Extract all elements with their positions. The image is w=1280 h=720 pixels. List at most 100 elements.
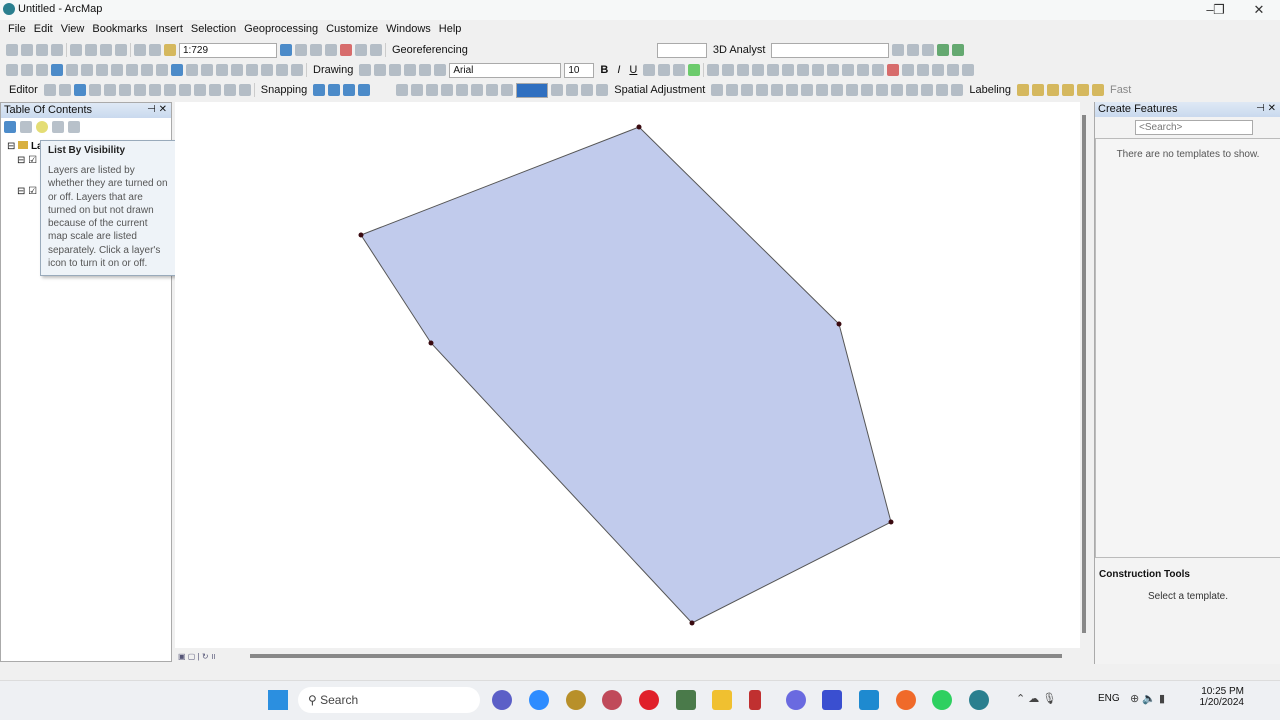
3d-tool-icon[interactable]	[907, 44, 920, 56]
maximize-button[interactable]: ❐	[1209, 2, 1229, 18]
menu-geoprocessing[interactable]: Geoprocessing	[240, 20, 322, 39]
pin-close-icons[interactable]: ⊣ ✕	[1256, 103, 1276, 114]
scale-combo[interactable]: 1:729	[179, 42, 277, 58]
select-elements-icon[interactable]	[156, 64, 168, 76]
3d-tool-icon[interactable]	[892, 44, 905, 56]
trace-icon[interactable]	[103, 84, 116, 96]
arcglobe-icon[interactable]	[952, 44, 965, 56]
adjust-tool-icon[interactable]	[816, 84, 829, 96]
cut-polygons-icon[interactable]	[163, 84, 176, 96]
adjust-tool-icon[interactable]	[861, 84, 874, 96]
adjust-tool-icon[interactable]	[936, 84, 949, 96]
font-combo[interactable]: Arial	[449, 62, 562, 78]
options-icon[interactable]	[68, 121, 80, 133]
adjust-tool-icon[interactable]	[891, 84, 904, 96]
horizontal-scrollbar[interactable]	[250, 654, 1062, 658]
opera-icon[interactable]	[639, 690, 659, 710]
color-swatch[interactable]	[516, 82, 549, 98]
align-icon[interactable]	[441, 84, 454, 96]
map-view[interactable]	[175, 102, 1080, 648]
layout-icon[interactable]	[722, 64, 735, 76]
python-icon[interactable]	[355, 44, 367, 56]
label-icon[interactable]	[1031, 84, 1044, 96]
close-button[interactable]: ✕	[1249, 2, 1269, 18]
undo-icon[interactable]	[134, 44, 146, 56]
add-data-icon[interactable]	[164, 44, 176, 56]
language-indicator[interactable]: ENG	[1098, 693, 1120, 704]
align-icon[interactable]	[456, 84, 469, 96]
list-by-visibility-icon[interactable]	[36, 121, 48, 133]
firefox-icon[interactable]	[896, 690, 916, 710]
template-search-input[interactable]: <Search>	[1135, 120, 1253, 135]
layout-icon[interactable]	[752, 64, 765, 76]
spatial-adjustment-menu[interactable]: Spatial Adjustment	[611, 84, 708, 96]
measure-icon[interactable]	[216, 64, 228, 76]
adjust-tool-icon[interactable]	[846, 84, 859, 96]
layout-icon[interactable]	[797, 64, 810, 76]
full-extent-icon[interactable]	[51, 64, 63, 76]
adjust-tool-icon[interactable]	[831, 84, 844, 96]
forward-icon[interactable]	[111, 64, 123, 76]
font-color-icon[interactable]	[643, 64, 656, 76]
3d-analyst-menu[interactable]: 3D Analyst	[710, 44, 769, 56]
editor-toolbar-icon[interactable]	[280, 44, 292, 56]
pin-close-icons[interactable]: ⊣ ✕	[147, 104, 167, 115]
arcscene-icon[interactable]	[937, 44, 950, 56]
catalog-icon[interactable]	[310, 44, 322, 56]
layout-icon[interactable]	[707, 64, 720, 76]
file-explorer-icon[interactable]	[712, 690, 732, 710]
identify-icon[interactable]	[171, 64, 183, 76]
3d-layer-combo[interactable]	[771, 42, 890, 58]
save-icon[interactable]	[36, 44, 48, 56]
list-by-drawing-order-icon[interactable]	[4, 121, 16, 133]
layout-icon[interactable]	[782, 64, 795, 76]
topology-icon[interactable]	[962, 64, 975, 76]
topology-icon[interactable]	[917, 64, 930, 76]
point-icon[interactable]	[118, 84, 131, 96]
html-popup-icon[interactable]	[201, 64, 213, 76]
adjust-tool-icon[interactable]	[771, 84, 784, 96]
vertex-snapping-icon[interactable]	[343, 84, 356, 96]
layout-icon[interactable]	[767, 64, 780, 76]
arctoolbox-icon[interactable]	[340, 44, 352, 56]
adjust-tool-icon[interactable]	[876, 84, 889, 96]
mail-icon[interactable]	[859, 690, 879, 710]
vertical-scrollbar[interactable]	[1082, 115, 1086, 633]
topology-icon[interactable]	[842, 64, 855, 76]
line-color-icon[interactable]	[673, 64, 686, 76]
fill-color-icon[interactable]	[658, 64, 671, 76]
align-icon[interactable]	[396, 84, 409, 96]
bold-button[interactable]: B	[597, 64, 611, 76]
label-icon[interactable]	[1091, 84, 1104, 96]
drawing-menu[interactable]: Drawing	[310, 64, 356, 76]
labeling-menu[interactable]: Labeling	[966, 84, 1014, 96]
sketch-properties-icon[interactable]	[223, 84, 236, 96]
topology-icon[interactable]	[947, 64, 960, 76]
menu-selection[interactable]: Selection	[187, 20, 240, 39]
layout-icon[interactable]	[737, 64, 750, 76]
taskbar-search[interactable]: ⚲ Search	[298, 687, 480, 713]
menu-view[interactable]: View	[57, 20, 89, 39]
zoom-out-icon[interactable]	[21, 64, 33, 76]
redo-icon[interactable]	[149, 44, 161, 56]
marker-color-icon[interactable]	[688, 64, 701, 76]
topology-icon[interactable]	[827, 64, 840, 76]
menu-edit[interactable]: Edit	[30, 20, 57, 39]
app-icon[interactable]	[602, 690, 622, 710]
layout-icon[interactable]	[566, 84, 579, 96]
edit-annotation-icon[interactable]	[58, 84, 71, 96]
select-features-icon[interactable]	[126, 64, 138, 76]
adjust-tool-icon[interactable]	[921, 84, 934, 96]
reshape-icon[interactable]	[148, 84, 161, 96]
adjust-tool-icon[interactable]	[726, 84, 739, 96]
zoom-icon[interactable]	[529, 690, 549, 710]
point-snapping-icon[interactable]	[313, 84, 326, 96]
topology-icon[interactable]	[932, 64, 945, 76]
align-icon[interactable]	[486, 84, 499, 96]
copy-icon[interactable]	[85, 44, 97, 56]
zoom-in-icon[interactable]	[6, 64, 18, 76]
goto-xy-icon[interactable]	[261, 64, 273, 76]
adjust-tool-icon[interactable]	[906, 84, 919, 96]
italic-button[interactable]: I	[614, 64, 623, 76]
straight-segment-icon[interactable]	[73, 84, 86, 96]
